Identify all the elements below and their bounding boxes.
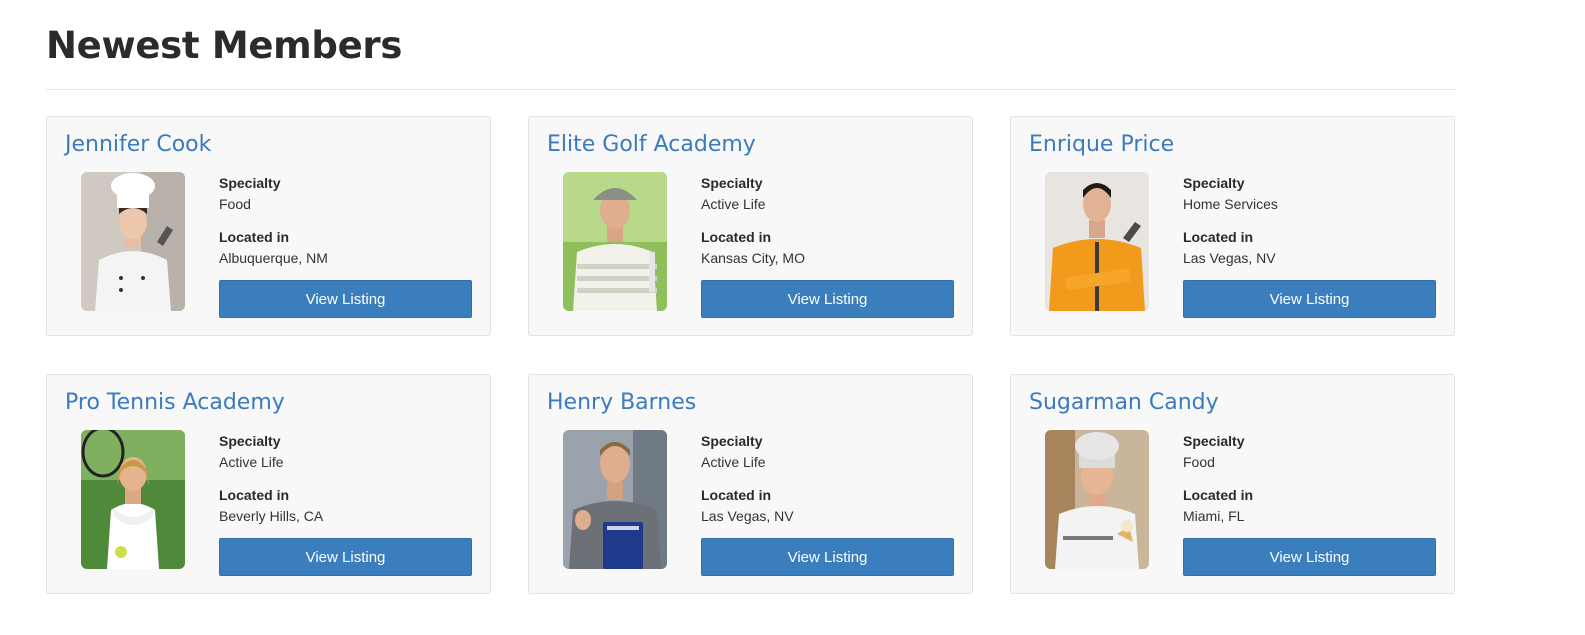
located-label: Located in	[701, 487, 772, 503]
member-name-link[interactable]: Enrique Price	[1029, 132, 1174, 157]
members-grid: Jennifer Cook Specialty Food Located in …	[46, 116, 1455, 594]
located-label: Located in	[1183, 229, 1254, 245]
member-card: Sugarman Candy Specialty Food Located in…	[1010, 374, 1455, 594]
location-value: Albuquerque, NM	[219, 250, 328, 266]
member-photo[interactable]	[563, 430, 667, 569]
view-listing-button[interactable]: View Listing	[219, 538, 472, 576]
view-listing-button[interactable]: View Listing	[1183, 538, 1436, 576]
specialty-value: Food	[219, 196, 251, 212]
view-listing-button[interactable]: View Listing	[701, 280, 954, 318]
located-label: Located in	[219, 487, 290, 503]
member-card: Enrique Price Specialty Home Services Lo…	[1010, 116, 1455, 336]
member-name-link[interactable]: Elite Golf Academy	[547, 132, 756, 157]
member-name-link[interactable]: Sugarman Candy	[1029, 390, 1219, 415]
specialty-label: Specialty	[219, 175, 281, 191]
location-value: Las Vegas, NV	[701, 508, 794, 524]
specialty-label: Specialty	[701, 175, 763, 191]
view-listing-button[interactable]: View Listing	[1183, 280, 1436, 318]
member-photo[interactable]	[563, 172, 667, 311]
specialty-label: Specialty	[1183, 175, 1245, 191]
specialty-value: Home Services	[1183, 196, 1278, 212]
specialty-value: Food	[1183, 454, 1215, 470]
specialty-label: Specialty	[1183, 433, 1245, 449]
located-label: Located in	[701, 229, 772, 245]
location-value: Beverly Hills, CA	[219, 508, 324, 524]
specialty-value: Active Life	[701, 454, 766, 470]
specialty-label: Specialty	[219, 433, 281, 449]
member-card: Elite Golf Academy Specialty Active Life…	[528, 116, 973, 336]
title-divider	[46, 89, 1456, 90]
member-card: Jennifer Cook Specialty Food Located in …	[46, 116, 491, 336]
located-label: Located in	[1183, 487, 1254, 503]
view-listing-button[interactable]: View Listing	[219, 280, 472, 318]
location-value: Las Vegas, NV	[1183, 250, 1276, 266]
member-photo[interactable]	[1045, 430, 1149, 569]
page-title: Newest Members	[46, 24, 403, 67]
member-photo[interactable]	[1045, 172, 1149, 311]
location-value: Miami, FL	[1183, 508, 1245, 524]
view-listing-button[interactable]: View Listing	[701, 538, 954, 576]
member-name-link[interactable]: Jennifer Cook	[65, 132, 211, 157]
member-card: Henry Barnes Specialty Active Life Locat…	[528, 374, 973, 594]
specialty-value: Active Life	[219, 454, 284, 470]
located-label: Located in	[219, 229, 290, 245]
member-name-link[interactable]: Pro Tennis Academy	[65, 390, 285, 415]
member-photo[interactable]	[81, 430, 185, 569]
member-card: Pro Tennis Academy Specialty Active Life…	[46, 374, 491, 594]
member-name-link[interactable]: Henry Barnes	[547, 390, 696, 415]
specialty-label: Specialty	[701, 433, 763, 449]
member-photo[interactable]	[81, 172, 185, 311]
location-value: Kansas City, MO	[701, 250, 805, 266]
specialty-value: Active Life	[701, 196, 766, 212]
